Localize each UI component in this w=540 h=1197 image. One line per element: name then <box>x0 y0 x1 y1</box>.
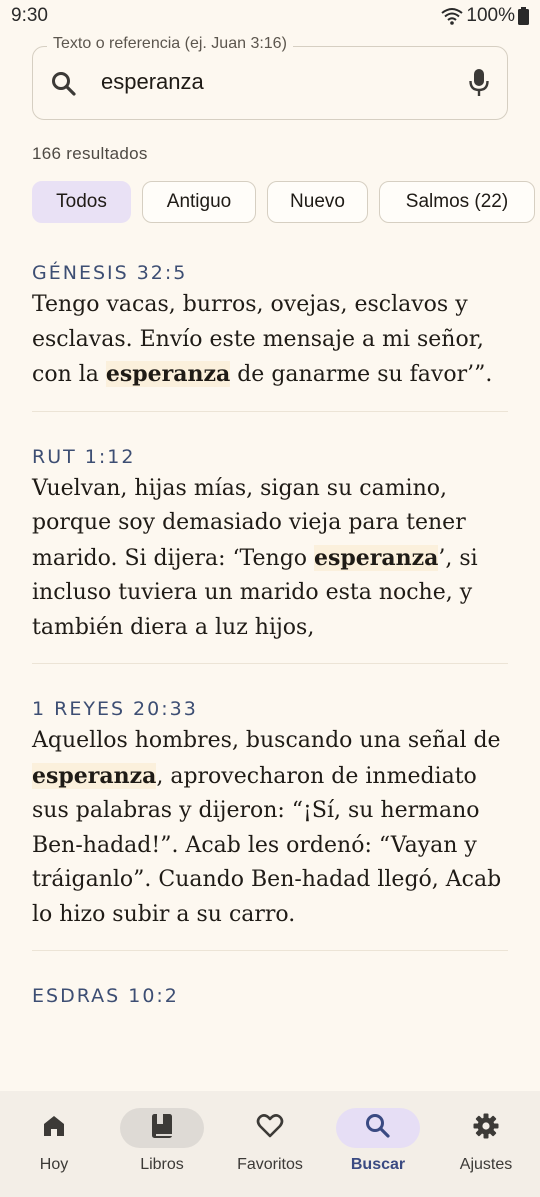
nav-item-libros[interactable]: Libros <box>108 1091 216 1197</box>
verse-reference: ESDRAS 10:2 <box>32 985 179 1007</box>
bottom-nav: Hoy Libros Favoritos Buscar Ajustes <box>0 1091 540 1197</box>
nav-label: Libros <box>140 1156 184 1173</box>
nav-label: Ajustes <box>459 1156 513 1173</box>
search-highlight: esperanza <box>105 361 231 387</box>
verse-item[interactable]: ESDRAS 10:2 <box>32 973 508 1029</box>
search-icon <box>51 71 77 101</box>
book-icon <box>150 1113 174 1143</box>
nav-item-buscar[interactable]: Buscar <box>324 1091 432 1197</box>
verse-text: Vuelvan, hijas mías, sigan su camino, po… <box>32 475 478 640</box>
battery-level: 100% <box>466 5 515 26</box>
search-icon <box>365 1113 391 1143</box>
nav-item-hoy[interactable]: Hoy <box>0 1091 108 1197</box>
chip-todos[interactable]: Todos <box>32 181 131 223</box>
verse-reference: GÉNESIS 32:5 <box>32 262 188 284</box>
results-count: 166 resultados <box>32 144 148 163</box>
search-highlight: esperanza <box>314 544 439 571</box>
verse-text: Tengo vacas, burros, ovejas, esclavos y … <box>32 292 493 387</box>
chip-antiguo[interactable]: Antiguo <box>142 181 256 223</box>
mic-icon[interactable] <box>469 68 489 102</box>
verse-item[interactable]: RUT 1:12 Vuelvan, hijas mías, sigan su c… <box>32 434 508 664</box>
chip-salmos[interactable]: Salmos (22) <box>379 181 535 223</box>
search-field[interactable]: Texto o referencia (ej. Juan 3:16) esper… <box>32 35 508 120</box>
nav-label: Buscar <box>350 1156 406 1173</box>
chip-nuevo[interactable]: Nuevo <box>267 181 368 223</box>
verse-list: GÉNESIS 32:5 Tengo vacas, burros, ovejas… <box>32 250 508 1051</box>
home-icon <box>41 1113 67 1143</box>
nav-item-ajustes[interactable]: Ajustes <box>432 1091 540 1197</box>
verse-reference: RUT 1:12 <box>32 445 136 468</box>
nav-label: Favoritos <box>237 1156 303 1173</box>
status-bar: 9:30 100% <box>0 0 540 32</box>
verse-item[interactable]: GÉNESIS 32:5 Tengo vacas, burros, ovejas… <box>32 250 508 412</box>
verse-reference: 1 REYES 20:33 <box>32 698 198 720</box>
gear-icon <box>472 1112 500 1144</box>
heart-icon <box>256 1113 284 1143</box>
status-time: 9:30 <box>11 5 48 26</box>
verse-text: Aquellos hombres, buscando una señal de … <box>32 728 502 927</box>
search-field-label: Texto o referencia (ej. Juan 3:16) <box>47 35 293 53</box>
wifi-icon <box>441 7 464 25</box>
nav-label: Hoy <box>39 1156 69 1173</box>
battery-icon <box>518 7 529 25</box>
verse-item[interactable]: 1 REYES 20:33 Aquellos hombres, buscando… <box>32 686 508 951</box>
filter-chips: Todos Antiguo Nuevo Salmos (22) <box>32 181 535 223</box>
nav-item-favoritos[interactable]: Favoritos <box>216 1091 324 1197</box>
search-highlight: esperanza <box>32 762 157 789</box>
search-input[interactable]: esperanza <box>101 69 204 95</box>
